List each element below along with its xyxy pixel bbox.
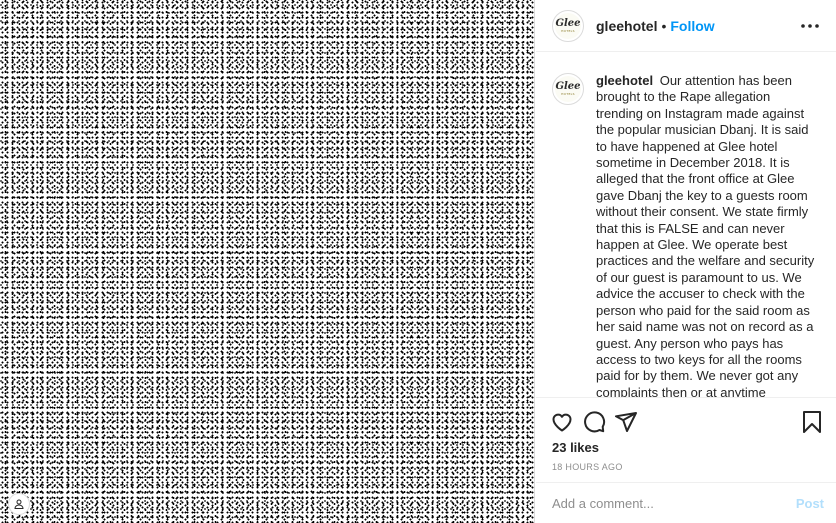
caption-body: gleehotel Our attention has been brought…: [596, 73, 820, 397]
action-icons-row: [544, 406, 828, 438]
glee-logo: Glee HOTELS: [555, 76, 581, 102]
comment-input[interactable]: [552, 495, 796, 511]
add-comment-form: Post: [536, 482, 836, 523]
caption-avatar[interactable]: Glee HOTELS: [552, 73, 584, 105]
post-image[interactable]: [0, 0, 535, 523]
share-button[interactable]: [608, 406, 644, 438]
tagged-users-button[interactable]: [8, 493, 30, 515]
caption-username-link[interactable]: gleehotel: [596, 73, 653, 88]
heart-icon: [552, 413, 572, 432]
like-button[interactable]: [544, 406, 580, 438]
bookmark-icon: [803, 411, 821, 433]
caption-text: Our attention has been brought to the Ra…: [596, 73, 815, 397]
comment-icon: [584, 411, 606, 433]
follow-button[interactable]: Follow: [670, 18, 714, 34]
more-horizontal-icon: [801, 24, 819, 28]
post-actions: 23 likes 18 HOURS AGO: [536, 397, 836, 480]
post-side-panel: Glee HOTELS gleehotel • Follow Glee HOTE…: [536, 0, 836, 523]
separator-dot: •: [661, 17, 667, 34]
user-icon: [14, 499, 24, 509]
post-comment-button[interactable]: Post: [796, 496, 824, 511]
more-options-button[interactable]: [798, 16, 822, 36]
caption-section: Glee HOTELS gleehotel Our attention has …: [536, 53, 836, 397]
post-timestamp[interactable]: 18 HOURS AGO: [552, 462, 623, 472]
username-link[interactable]: gleehotel: [596, 18, 657, 34]
post-header: Glee HOTELS gleehotel • Follow: [536, 0, 836, 52]
save-button[interactable]: [794, 406, 830, 438]
avatar[interactable]: Glee HOTELS: [552, 9, 584, 42]
glee-logo: Glee HOTELS: [555, 12, 581, 39]
logo-subtext: HOTELS: [561, 92, 575, 96]
logo-subtext: HOTELS: [561, 28, 575, 33]
share-icon: [615, 412, 637, 432]
logo-text: Glee: [555, 81, 581, 92]
logo-text: Glee: [555, 17, 581, 29]
comment-button[interactable]: [576, 406, 612, 438]
likes-count[interactable]: 23 likes: [552, 440, 599, 455]
